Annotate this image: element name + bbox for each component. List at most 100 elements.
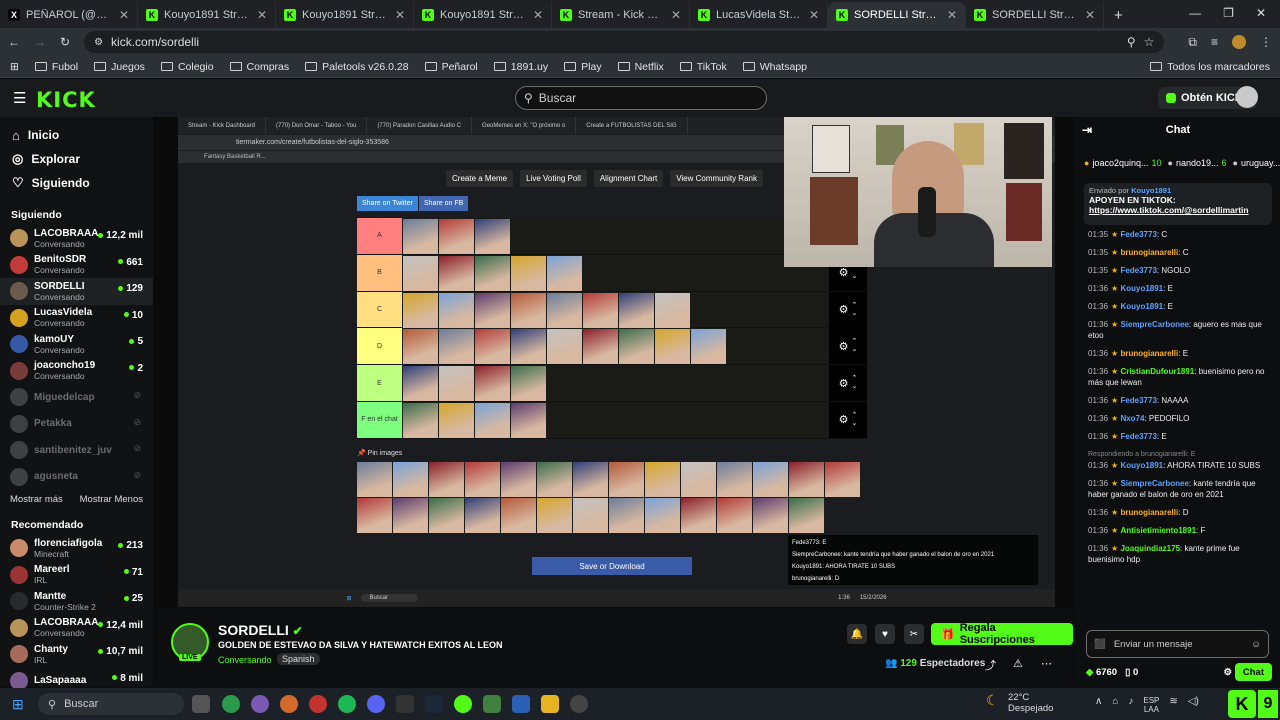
app-icon[interactable] bbox=[396, 695, 414, 713]
chrome-icon[interactable] bbox=[222, 695, 240, 713]
message-username[interactable]: Fede3773 bbox=[1120, 396, 1156, 405]
chat-message[interactable]: 01:36 ★ Kouyo1891: E bbox=[1088, 283, 1270, 294]
bookmark-item[interactable]: Paletools v26.0.28 bbox=[305, 61, 409, 73]
taskbar-search[interactable]: ⚲ Buscar bbox=[38, 693, 184, 715]
task-view-icon[interactable] bbox=[192, 695, 210, 713]
message-username[interactable]: brunogianarelli bbox=[1120, 508, 1178, 517]
follow-heart-icon[interactable]: ♥ bbox=[875, 624, 895, 644]
notification-count[interactable]: 9 bbox=[1258, 690, 1278, 718]
steam-icon[interactable] bbox=[425, 695, 443, 713]
channel-item[interactable]: LACOBRAAA Conversando 12,4 mil bbox=[0, 615, 153, 642]
sidebar-nav-inicio[interactable]: ⌂ Inicio bbox=[0, 123, 153, 147]
bookmark-item[interactable]: TikTok bbox=[679, 61, 727, 73]
chat-settings-icon[interactable]: ⚙ bbox=[1223, 667, 1232, 678]
browser-tab[interactable]: K Kouyo1891 Stream - Watc ✕ bbox=[276, 2, 414, 28]
channel-item[interactable]: florenciafigola Minecraft 213 bbox=[0, 535, 153, 562]
message-username[interactable]: Kouyo1891 bbox=[1120, 461, 1163, 470]
message-username[interactable]: SiempreCarbonee bbox=[1120, 320, 1188, 329]
notification-bell-icon[interactable]: 🔔 bbox=[847, 624, 867, 644]
wifi-icon[interactable]: ≋ bbox=[1169, 696, 1177, 714]
chat-message[interactable]: 01:36 ★ Antisietimiento1891: F bbox=[1088, 525, 1270, 536]
subs-balance[interactable]: ▯ 0 bbox=[1125, 667, 1138, 678]
tab-close-icon[interactable]: ✕ bbox=[947, 8, 957, 22]
chat-message[interactable]: 01:36 ★ Kouyo1891: E bbox=[1088, 301, 1270, 312]
message-username[interactable]: Fede3773 bbox=[1120, 230, 1156, 239]
show-more-button[interactable]: Mostrar más bbox=[10, 494, 63, 505]
bookmark-item[interactable]: Fubol bbox=[34, 61, 78, 73]
chrome-profile-icon[interactable] bbox=[309, 695, 327, 713]
kick-tray-icon[interactable]: K bbox=[1228, 690, 1256, 718]
tab-close-icon[interactable]: ✕ bbox=[533, 8, 543, 22]
browser-tab[interactable]: K Stream - Kick Dashboard ✕ bbox=[552, 2, 690, 28]
send-chat-button[interactable]: Chat bbox=[1234, 663, 1272, 681]
show-less-button[interactable]: Mostrar Menos bbox=[80, 494, 143, 505]
chat-message[interactable]: 01:36 ★ Fede3773: E bbox=[1088, 431, 1270, 442]
language-tag[interactable]: Spanish bbox=[277, 653, 320, 665]
channel-item[interactable]: Mareerl IRL 71 bbox=[0, 562, 153, 589]
gifter-item[interactable]: ● nando19... 6 bbox=[1168, 158, 1227, 168]
network-icon[interactable]: ⌂ bbox=[1112, 696, 1118, 714]
bookmark-item[interactable]: Juegos bbox=[94, 61, 145, 73]
tab-close-icon[interactable]: ✕ bbox=[257, 8, 267, 22]
channel-item[interactable]: SORDELLI Conversando 129 bbox=[0, 278, 153, 305]
clip-icon[interactable]: ✂ bbox=[904, 624, 924, 644]
sidebar-nav-siguiendo[interactable]: ♡ Siguiendo bbox=[0, 171, 153, 195]
spotify-icon[interactable] bbox=[338, 695, 356, 713]
report-icon[interactable]: ⚠ bbox=[1013, 657, 1023, 670]
tab-close-icon[interactable]: ✕ bbox=[119, 8, 129, 22]
browser-tab[interactable]: K Kouyo1891 Stream - Watc ✕ bbox=[138, 2, 276, 28]
bookmark-item[interactable]: Colegio bbox=[160, 61, 214, 73]
tab-close-icon[interactable]: ✕ bbox=[395, 8, 405, 22]
mic-icon[interactable]: ♪ bbox=[1128, 696, 1133, 714]
chat-message[interactable]: 01:36 ★ Fede3773: NAAAA bbox=[1088, 395, 1270, 406]
pinned-link[interactable]: https://www.tiktok.com/@sordellimartin bbox=[1089, 205, 1267, 215]
media-icon[interactable]: ≡ bbox=[1211, 35, 1218, 49]
kicks-balance[interactable]: ◆ 6760 bbox=[1086, 667, 1117, 678]
bookmark-item[interactable]: Whatsapp bbox=[742, 61, 807, 73]
channel-item[interactable]: joaconcho19 Conversando 2 bbox=[0, 358, 153, 385]
browser-tab[interactable]: K SORDELLI Stream - Kick D ✕ bbox=[966, 2, 1104, 28]
back-icon[interactable]: ← bbox=[8, 35, 20, 49]
bookmark-star-icon[interactable]: ☆ bbox=[1144, 35, 1155, 49]
message-username[interactable]: brunogianarelli bbox=[1120, 248, 1178, 257]
channel-item[interactable]: BenitoSDR Conversando 661 bbox=[0, 252, 153, 279]
profile-icon[interactable] bbox=[1232, 35, 1246, 49]
channel-item[interactable]: Miguedelcap ⊘ bbox=[0, 384, 153, 411]
share-icon[interactable]: ⤴ bbox=[985, 657, 996, 673]
bookmark-item[interactable]: Peñarol bbox=[424, 61, 478, 73]
bookmark-item[interactable]: Compras bbox=[229, 61, 289, 73]
channel-item[interactable]: LucasVidela Conversando 10 bbox=[0, 305, 153, 332]
weather-widget[interactable]: ☾ 22°C Despejado bbox=[986, 692, 1053, 714]
language-indicator[interactable]: ESP LAA bbox=[1143, 696, 1159, 714]
channel-item[interactable]: Mantte Counter-Strike 2 25 bbox=[0, 588, 153, 615]
bookmark-item[interactable]: Netflix bbox=[617, 61, 664, 73]
chat-message[interactable]: 01:35 ★ Fede3773: NGOLO bbox=[1088, 265, 1270, 276]
tray-expand-icon[interactable]: ∧ bbox=[1095, 696, 1102, 714]
chat-message[interactable]: 01:36 ★ SiempreCarbonee: aguero es mas qu… bbox=[1088, 319, 1270, 341]
site-info-icon[interactable]: ⚙ bbox=[94, 37, 103, 48]
new-tab-icon[interactable]: + bbox=[1104, 7, 1133, 28]
discord-icon[interactable] bbox=[367, 695, 385, 713]
browser-tab[interactable]: K SORDELLI Stream - W ✕ bbox=[828, 2, 966, 28]
app-icon[interactable] bbox=[454, 695, 472, 713]
chrome-profile-icon[interactable] bbox=[280, 695, 298, 713]
apps-icon[interactable]: ⊞ bbox=[10, 61, 19, 73]
browser-tab[interactable]: K Kouyo1891 Stream - Watc ✕ bbox=[414, 2, 552, 28]
message-username[interactable]: CristianDufour1891 bbox=[1120, 367, 1194, 376]
chat-message[interactable]: Respondiendo a brunogianarelli: E 01:36 ★ … bbox=[1088, 449, 1270, 471]
video-player[interactable]: Stream - Kick Dashboard (770) Don Omar - … bbox=[153, 117, 1073, 607]
tab-close-icon[interactable]: ✕ bbox=[671, 8, 681, 22]
windows-start-icon[interactable]: ⊞ bbox=[12, 696, 24, 713]
extensions-icon[interactable]: ⧉ bbox=[1188, 35, 1197, 50]
all-bookmarks-item[interactable]: Todos los marcadores bbox=[1150, 61, 1270, 73]
kick-logo[interactable]: KICK bbox=[36, 88, 96, 112]
message-username[interactable]: Kouyo1891 bbox=[1120, 302, 1163, 311]
user-avatar[interactable] bbox=[1236, 86, 1258, 108]
menu-icon[interactable]: ⋮ bbox=[1260, 35, 1272, 49]
volume-icon[interactable]: ◁) bbox=[1188, 696, 1199, 714]
collapse-chat-icon[interactable]: ⇥ bbox=[1082, 123, 1092, 137]
pinned-message[interactable]: Enviado por Kouyo1891 APOYEN EN TIKTOK: … bbox=[1084, 183, 1272, 225]
message-username[interactable]: Fede3773 bbox=[1120, 432, 1156, 441]
message-username[interactable]: SiempreCarbonee bbox=[1120, 479, 1188, 488]
tab-close-icon[interactable]: ✕ bbox=[1085, 8, 1095, 22]
